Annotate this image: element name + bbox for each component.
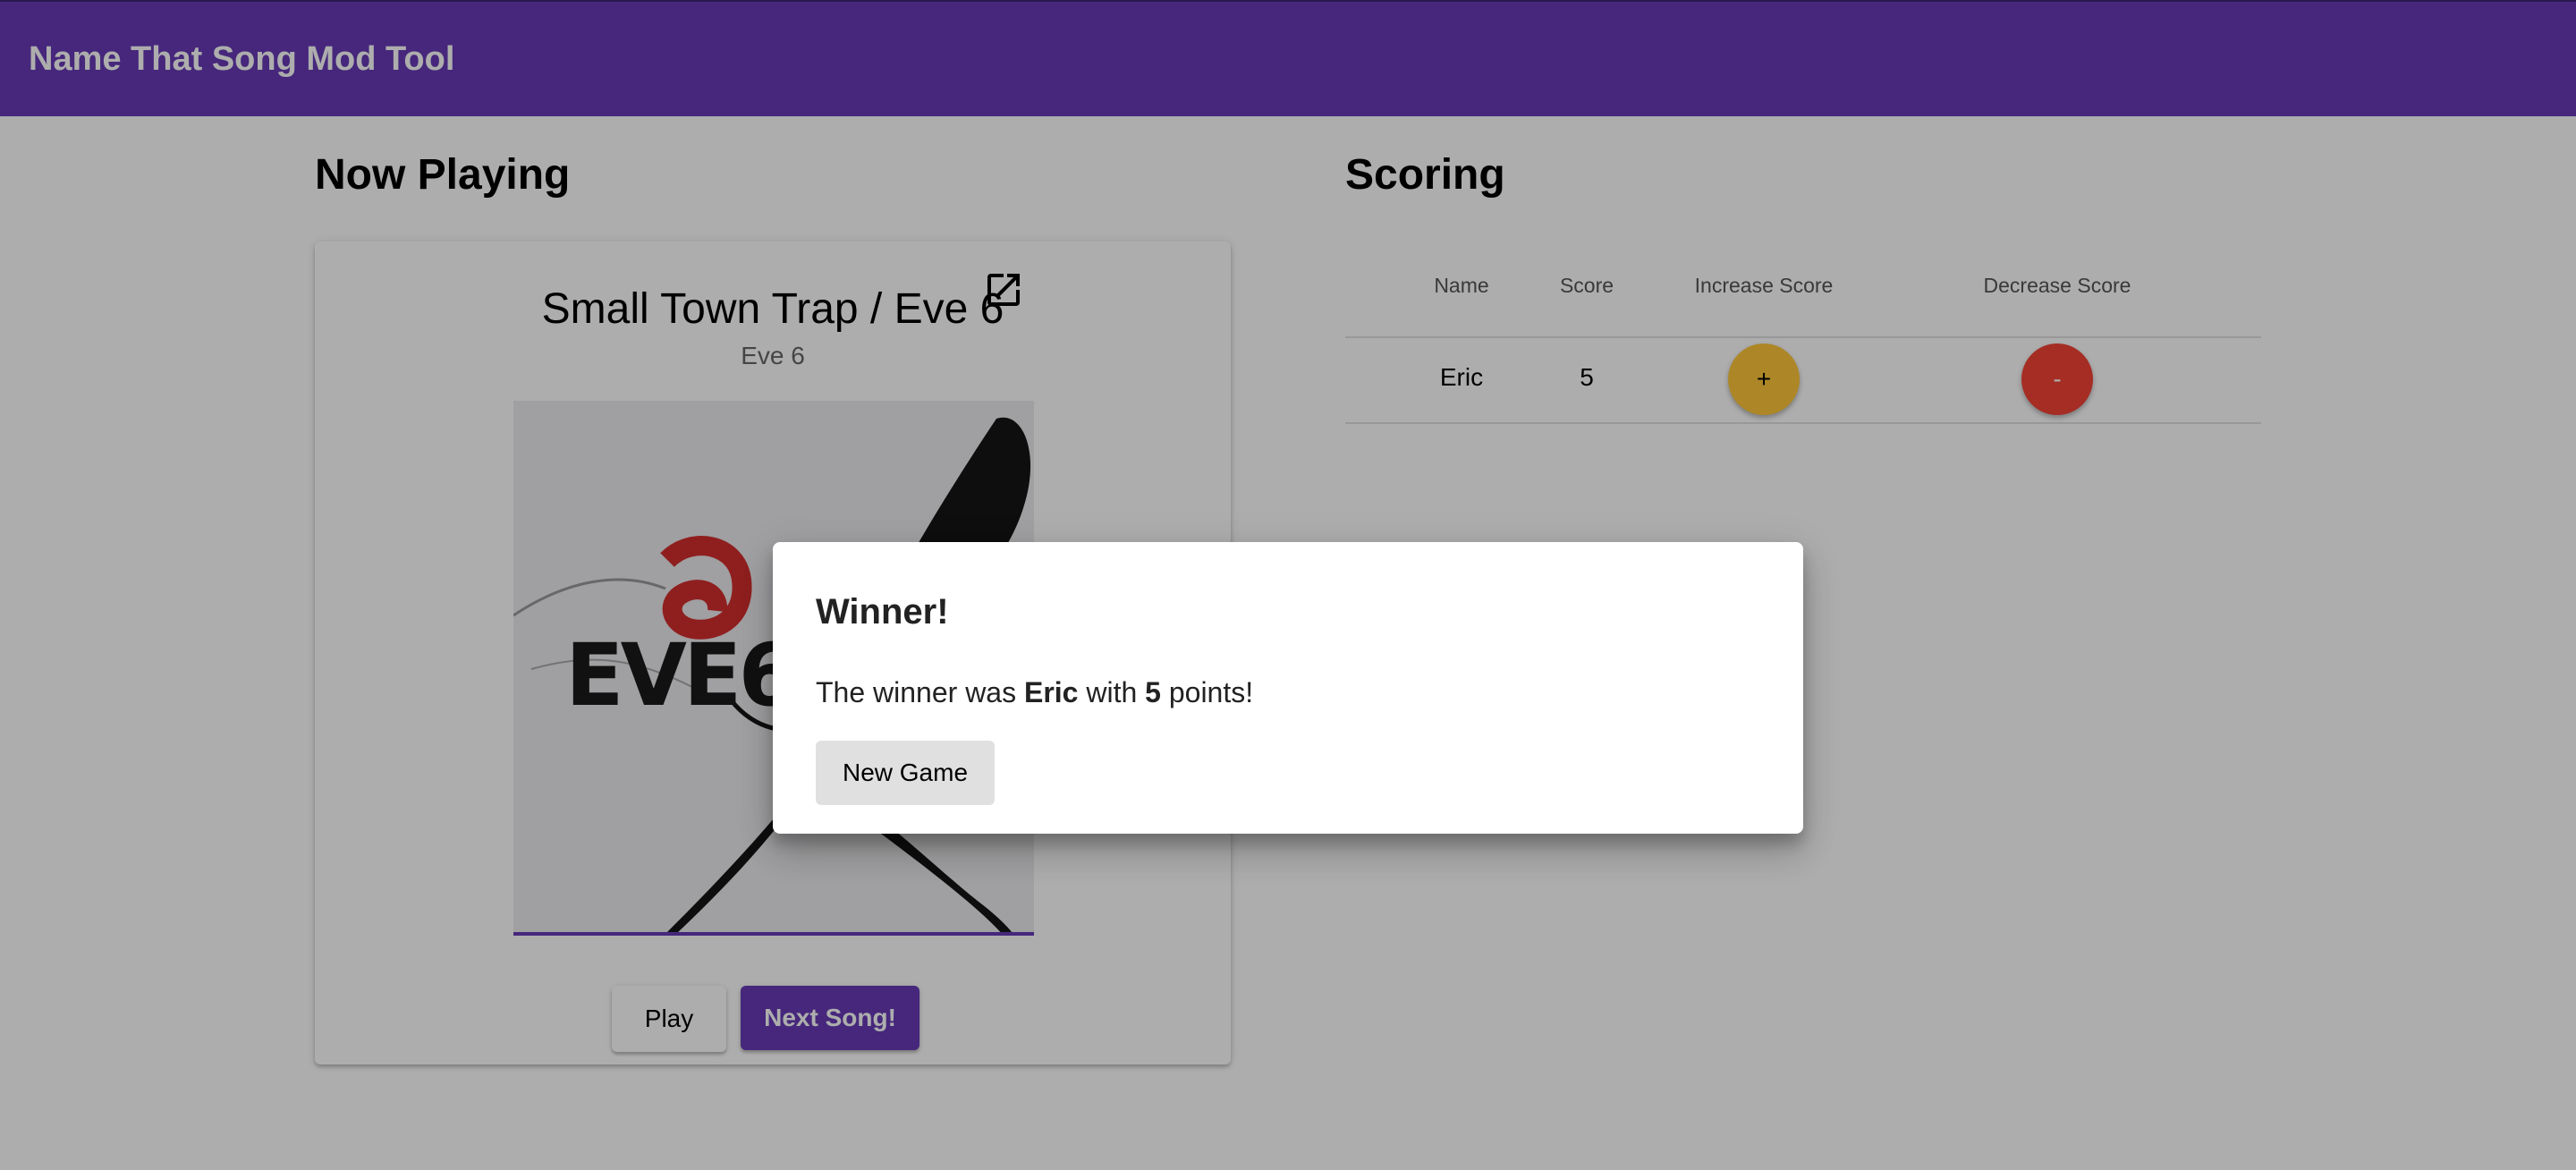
winner-dialog: Winner! The winner was Eric with 5 point… xyxy=(773,542,1803,834)
message-suffix: points! xyxy=(1160,676,1254,708)
winner-points: 5 xyxy=(1145,676,1161,708)
dialog-title: Winner! xyxy=(816,592,949,632)
message-middle: with xyxy=(1078,676,1146,708)
dialog-message: The winner was Eric with 5 points! xyxy=(816,676,1253,709)
message-prefix: The winner was xyxy=(816,676,1024,708)
winner-name: Eric xyxy=(1023,676,1079,708)
new-game-button[interactable]: New Game xyxy=(816,741,995,805)
